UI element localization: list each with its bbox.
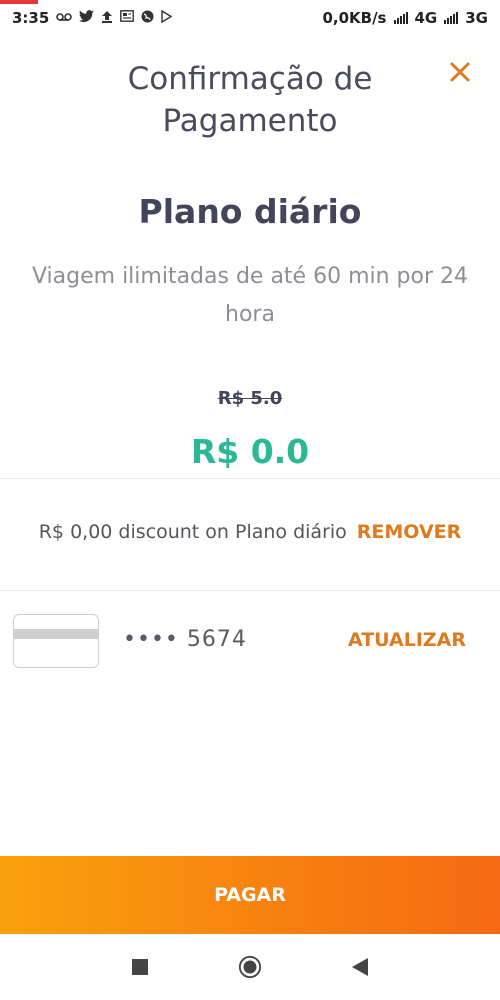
play-store-icon — [161, 9, 173, 27]
signal-bars-icon — [393, 12, 408, 24]
twitter-icon — [79, 9, 95, 27]
divider — [0, 590, 500, 591]
home-button[interactable] — [238, 955, 262, 979]
final-price: R$ 0.0 — [190, 432, 310, 471]
voicemail-icon — [56, 11, 73, 26]
news-icon — [120, 10, 135, 26]
network-type-1: 4G — [414, 9, 438, 27]
plan-name: Plano diário — [138, 192, 362, 231]
original-price: R$ 5.0 — [217, 388, 283, 409]
page-title: Confirmação de Pagamento — [60, 58, 440, 142]
plan-description: Viagem ilimitadas de até 60 min por 24 h… — [31, 264, 469, 327]
back-triangle-icon — [352, 958, 368, 976]
pay-button-label: PAGAR — [214, 884, 286, 906]
close-button[interactable] — [446, 58, 474, 86]
recents-square-icon — [132, 959, 148, 975]
pay-button[interactable]: PAGAR — [0, 856, 500, 934]
remove-discount-button[interactable]: REMOVER — [357, 521, 461, 543]
back-button[interactable] — [348, 955, 372, 979]
status-bar: 3:35 0,0KB/s 4G 3G — [0, 0, 500, 36]
page-title-line2: Pagamento — [162, 103, 338, 139]
status-bar-right: 0,0KB/s 4G 3G — [322, 9, 488, 27]
system-nav-bar — [0, 934, 500, 1000]
credit-card-icon — [13, 614, 99, 668]
network-type-2: 3G — [465, 9, 488, 27]
upload-icon — [101, 10, 113, 27]
status-time: 3:35 — [12, 9, 50, 27]
signal-bars-icon — [444, 12, 459, 24]
card-masked-number: •••• 5674 — [123, 627, 247, 652]
card-stripe — [14, 629, 98, 639]
payment-method-row: •••• 5674 ATUALIZAR — [0, 612, 500, 670]
update-card-button[interactable]: ATUALIZAR — [348, 629, 466, 651]
divider — [0, 478, 500, 479]
globe-icon — [141, 10, 154, 27]
discount-row: R$ 0,00 discount on Plano diário REMOVER — [0, 512, 500, 552]
close-icon — [450, 62, 470, 82]
recents-button[interactable] — [128, 955, 152, 979]
status-bar-left: 3:35 — [12, 9, 173, 27]
home-circle-icon — [238, 955, 262, 979]
discount-text: R$ 0,00 discount on Plano diário — [38, 521, 347, 543]
network-speed: 0,0KB/s — [322, 9, 387, 27]
page-title-line1: Confirmação de — [127, 61, 373, 97]
